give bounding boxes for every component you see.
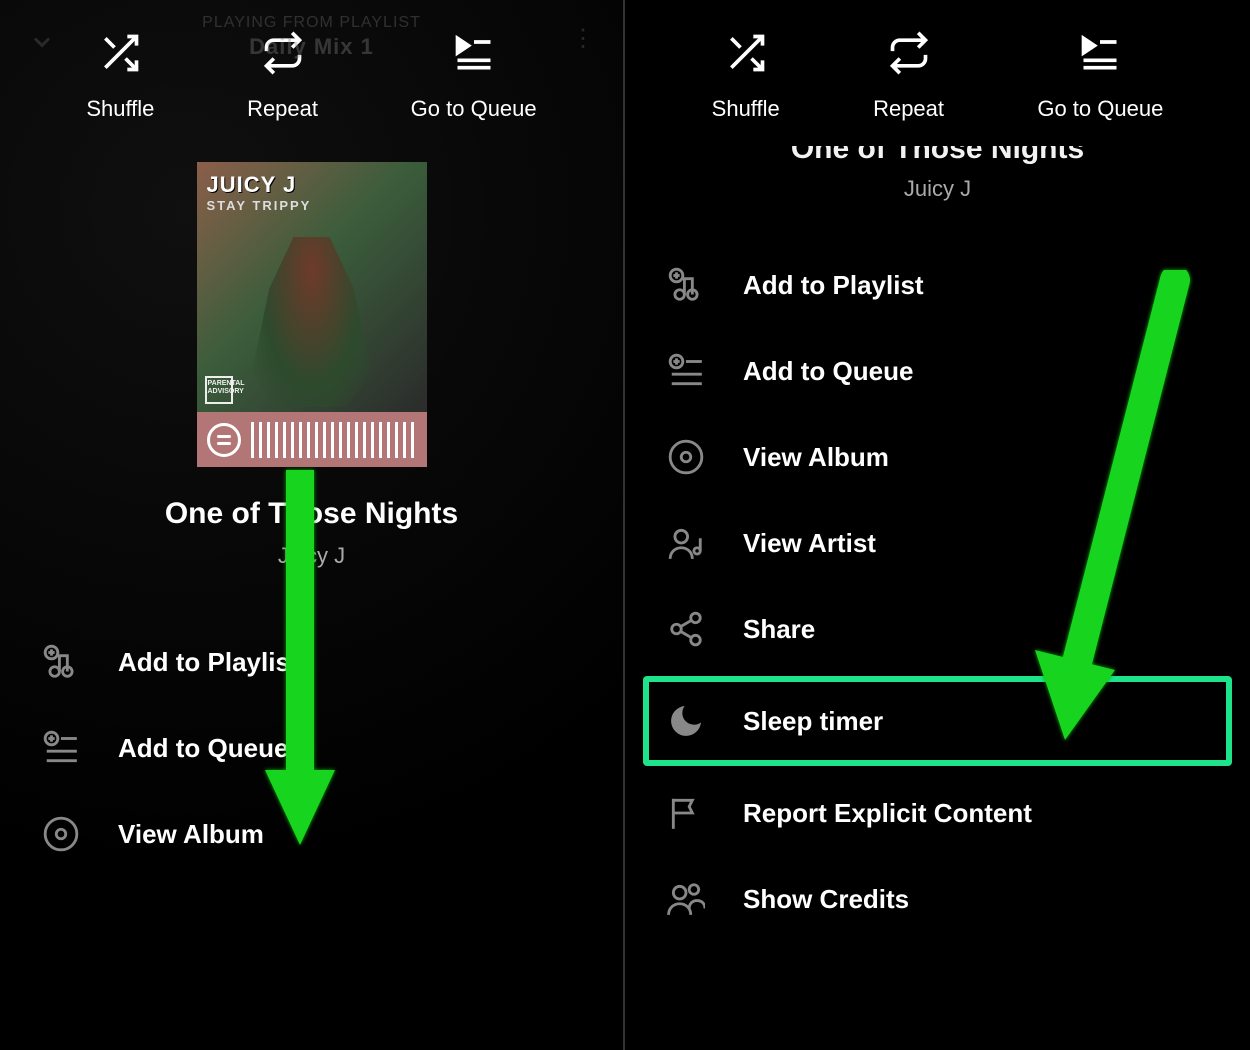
screenshot-left: ⋮ PLAYING FROM PLAYLIST Daily Mix 1 Shuf… <box>0 0 625 1050</box>
queue-icon <box>1077 30 1123 76</box>
context-menu: Add to Playlist Add to Queue View Album … <box>625 242 1250 942</box>
album-art[interactable]: JUICY J STAY TRIPPY PARENTAL ADVISORY <box>197 162 427 412</box>
share-icon <box>665 608 707 650</box>
repeat-button[interactable]: Repeat <box>873 30 944 122</box>
menu-add-playlist[interactable]: Add to Playlist <box>0 619 623 705</box>
repeat-label: Repeat <box>873 96 944 122</box>
repeat-label: Repeat <box>247 96 318 122</box>
menu-label: Report Explicit Content <box>743 798 1032 829</box>
album-icon <box>40 813 82 855</box>
menu-add-playlist[interactable]: Add to Playlist <box>625 242 1250 328</box>
add-queue-icon <box>40 727 82 769</box>
shuffle-icon <box>723 30 769 76</box>
menu-label: Add to Queue <box>743 356 913 387</box>
menu-report-explicit[interactable]: Report Explicit Content <box>625 770 1250 856</box>
album-subtitle: STAY TRIPPY <box>207 198 312 213</box>
menu-add-queue[interactable]: Add to Queue <box>625 328 1250 414</box>
menu-view-album[interactable]: View Album <box>0 791 623 877</box>
artist-name: Juicy J <box>625 176 1250 202</box>
menu-label: Share <box>743 614 815 645</box>
shuffle-button[interactable]: Shuffle <box>712 30 780 122</box>
add-playlist-icon <box>40 641 82 683</box>
spotify-logo-icon <box>207 423 241 457</box>
artist-name: Juicy J <box>0 543 623 569</box>
queue-label: Go to Queue <box>411 96 537 122</box>
screenshot-right: Shuffle Repeat Go to Queue One of Those … <box>625 0 1250 1050</box>
menu-share[interactable]: Share <box>625 586 1250 672</box>
menu-label: View Album <box>743 442 889 473</box>
album-block: JUICY J STAY TRIPPY PARENTAL ADVISORY <box>197 162 427 467</box>
menu-view-album[interactable]: View Album <box>625 414 1250 500</box>
album-logo: JUICY J <box>207 172 297 198</box>
context-menu: Add to Playlist Add to Queue View Album <box>0 619 623 877</box>
track-header: One of Those Nights Juicy J <box>625 136 1250 202</box>
spotify-code[interactable] <box>197 412 427 467</box>
queue-button[interactable]: Go to Queue <box>1037 30 1163 122</box>
shuffle-label: Shuffle <box>86 96 154 122</box>
menu-label: View Album <box>118 819 264 850</box>
menu-sleep-timer[interactable]: Sleep timer <box>643 676 1232 766</box>
add-queue-icon <box>665 350 707 392</box>
menu-view-artist[interactable]: View Artist <box>625 500 1250 586</box>
repeat-icon <box>886 30 932 76</box>
context-line1: PLAYING FROM PLAYLIST <box>0 14 623 32</box>
menu-add-queue[interactable]: Add to Queue <box>0 705 623 791</box>
menu-label: View Artist <box>743 528 876 559</box>
context-header: PLAYING FROM PLAYLIST Daily Mix 1 <box>0 14 623 60</box>
flag-icon <box>665 792 707 834</box>
menu-label: Sleep timer <box>743 706 883 737</box>
playback-toolbar: Shuffle Repeat Go to Queue <box>625 0 1250 122</box>
credits-icon <box>665 878 707 920</box>
album-icon <box>665 436 707 478</box>
menu-label: Add to Playlist <box>118 647 299 678</box>
queue-label: Go to Queue <box>1037 96 1163 122</box>
moon-icon <box>665 700 707 742</box>
parental-advisory-icon: PARENTAL ADVISORY <box>205 376 233 404</box>
album-figure <box>252 237 372 407</box>
menu-label: Add to Playlist <box>743 270 924 301</box>
shuffle-label: Shuffle <box>712 96 780 122</box>
spotify-code-bars <box>251 422 417 458</box>
track-title: One of Those Nights <box>0 497 623 531</box>
menu-label: Show Credits <box>743 884 909 915</box>
menu-show-credits[interactable]: Show Credits <box>625 856 1250 942</box>
menu-label: Add to Queue <box>118 733 288 764</box>
track-title: One of Those Nights <box>625 132 1250 166</box>
context-line2: Daily Mix 1 <box>0 34 623 60</box>
artist-icon <box>665 522 707 564</box>
add-playlist-icon <box>665 264 707 306</box>
